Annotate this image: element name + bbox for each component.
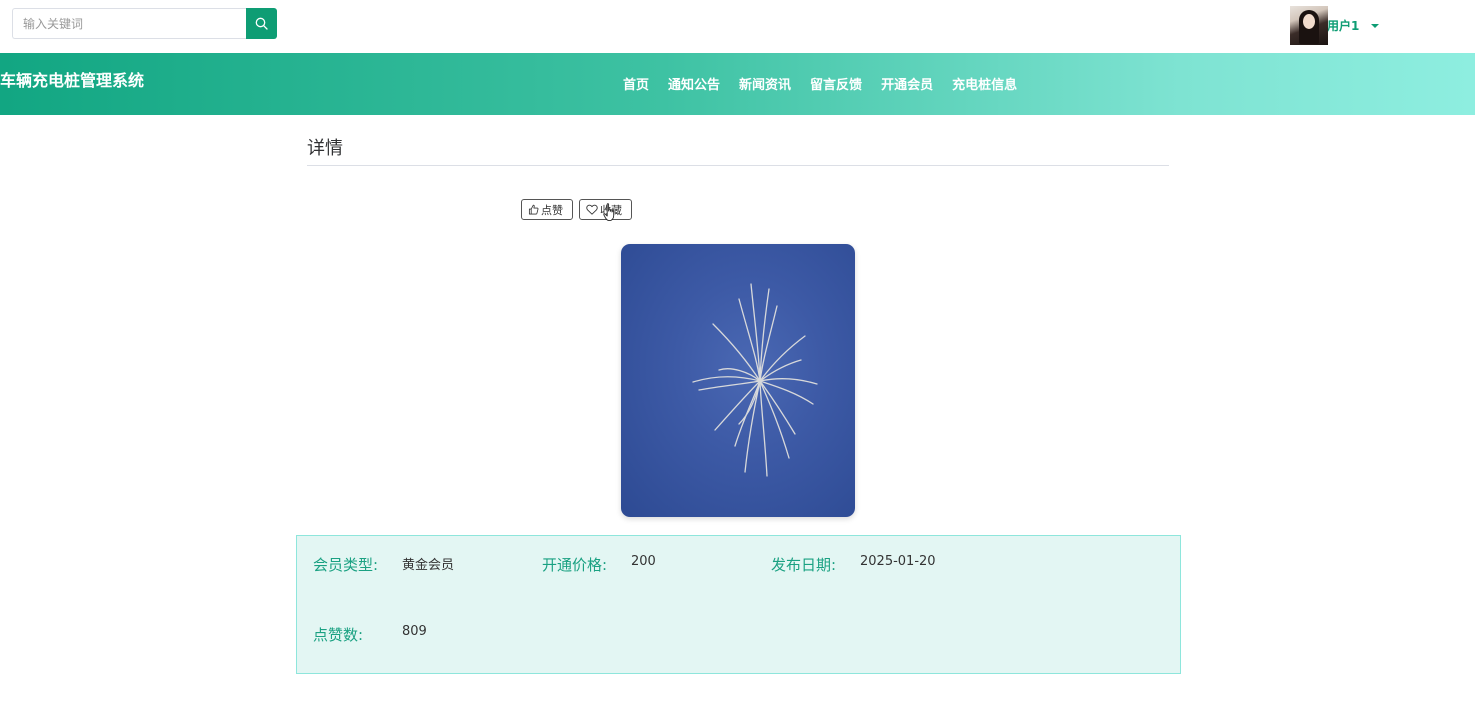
like-button[interactable]: 点赞 — [521, 199, 573, 220]
nav-item-membership[interactable]: 开通会员 — [881, 74, 933, 93]
search-icon — [255, 17, 268, 30]
search-input[interactable] — [12, 8, 246, 39]
nav-item-news[interactable]: 新闻资讯 — [739, 74, 791, 93]
site-title: 车辆充电桩管理系统 — [0, 71, 145, 90]
publish-date-label: 发布日期: — [771, 556, 837, 574]
hand-cursor-icon — [603, 203, 615, 222]
search-button[interactable] — [246, 8, 277, 39]
user-name[interactable]: 用户1 — [1327, 17, 1359, 34]
search-bar — [12, 8, 277, 39]
nav-item-home[interactable]: 首页 — [623, 74, 649, 93]
price-label: 开通价格: — [542, 556, 608, 574]
thumbs-up-icon — [528, 204, 539, 215]
fireworks-image — [621, 244, 855, 517]
divider — [307, 165, 1169, 166]
chevron-down-icon[interactable] — [1371, 24, 1380, 28]
nav-item-feedback[interactable]: 留言反馈 — [810, 74, 862, 93]
publish-date-value: 2025-01-20 — [860, 554, 936, 569]
avatar-face — [1303, 13, 1315, 29]
top-bar: 用户1 — [0, 0, 1475, 53]
price-value: 200 — [631, 554, 656, 569]
fireworks-illustration — [692, 283, 818, 477]
avatar[interactable] — [1290, 5, 1328, 45]
page-title: 详情 — [307, 138, 343, 159]
member-type-label: 会员类型: — [313, 556, 379, 574]
heart-icon — [586, 204, 598, 215]
site-header: 车辆充电桩管理系统 首页 通知公告 新闻资讯 留言反馈 开通会员 充电桩信息 — [0, 53, 1475, 115]
nav-item-notices[interactable]: 通知公告 — [668, 74, 720, 93]
like-label: 点赞 — [541, 203, 563, 217]
likes-value: 809 — [402, 624, 427, 639]
nav-item-charging-piles[interactable]: 充电桩信息 — [952, 74, 1017, 93]
member-type-value: 黄金会员 — [402, 558, 455, 573]
info-panel: 会员类型: 黄金会员 开通价格: 200 发布日期: 2025-01-20 点赞… — [296, 535, 1181, 674]
user-menu[interactable]: 用户1 — [1290, 5, 1380, 45]
likes-label: 点赞数: — [313, 626, 364, 644]
main-nav: 首页 通知公告 新闻资讯 留言反馈 开通会员 充电桩信息 — [623, 74, 1036, 93]
